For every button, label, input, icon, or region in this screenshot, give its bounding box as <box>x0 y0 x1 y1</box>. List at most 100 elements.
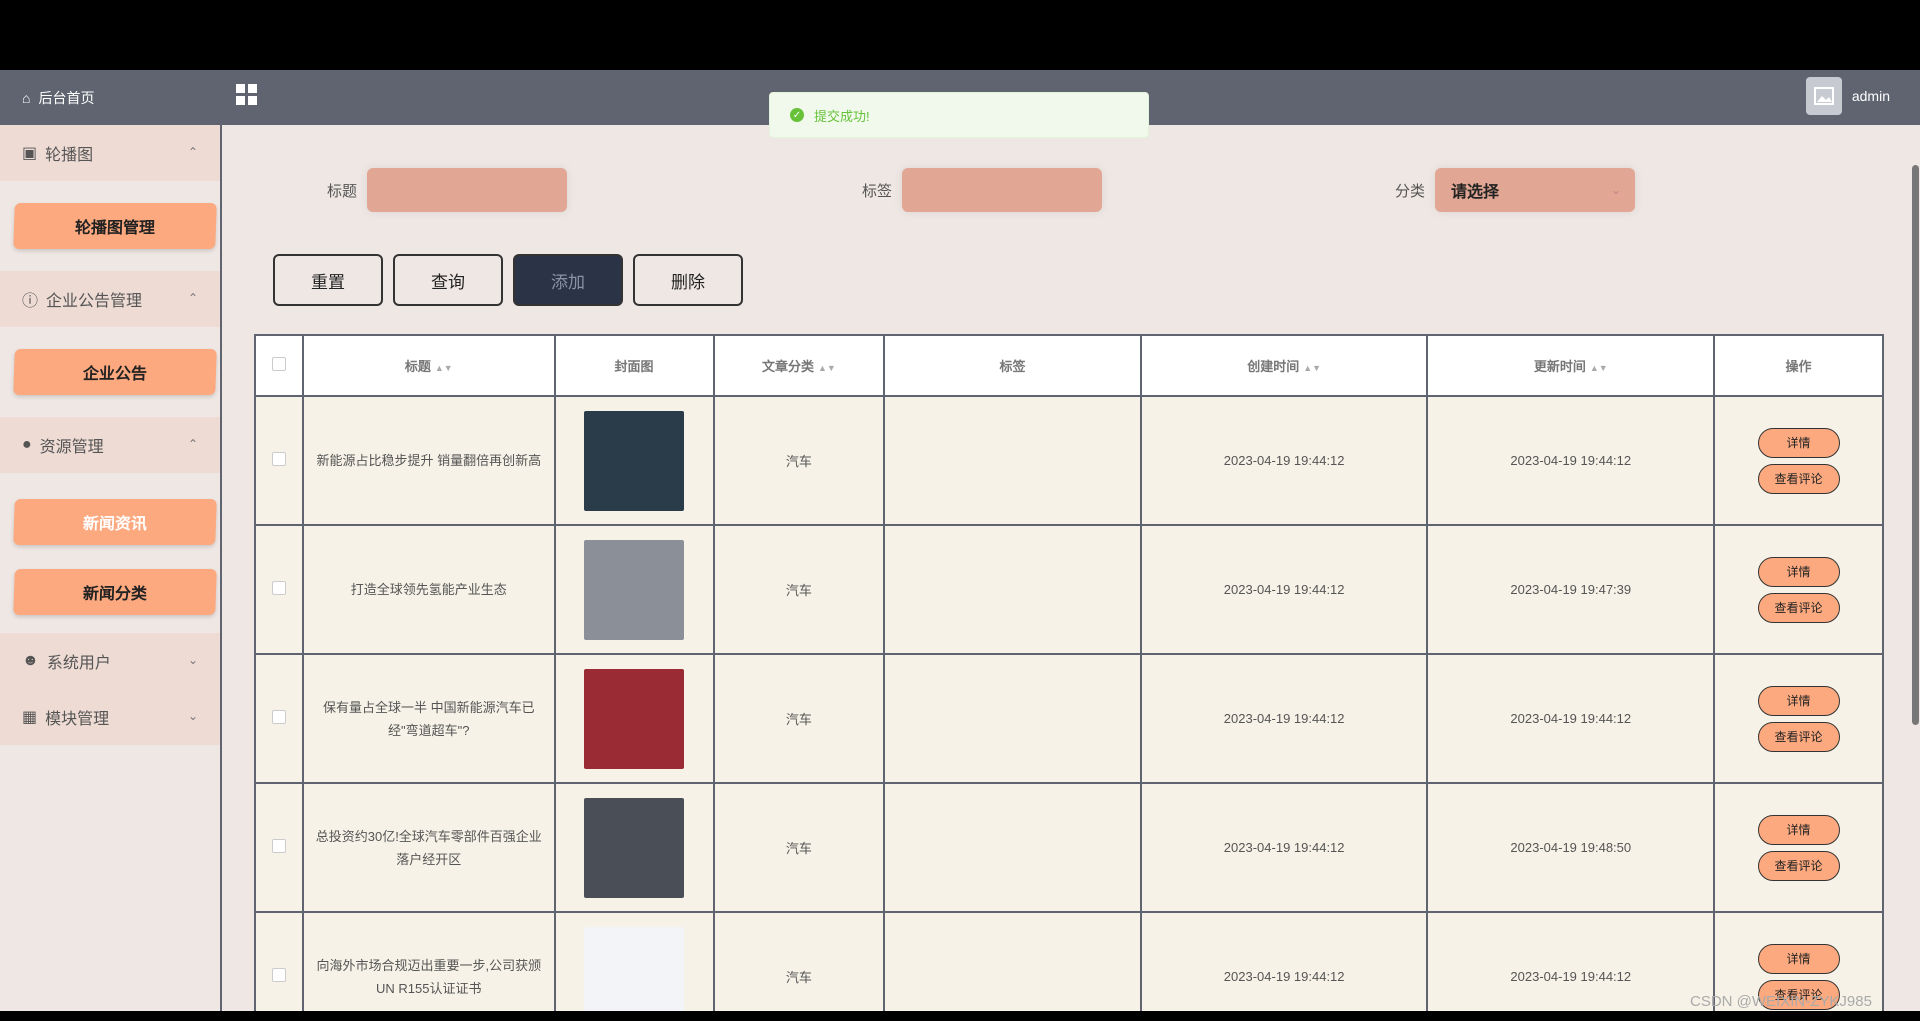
row-actions: 详情 查看评论 <box>1713 653 1884 784</box>
table-row: 新能源占比稳步提升 销量翻倍再创新高 汽车 2023-04-19 19:44:1… <box>254 395 1884 526</box>
home-icon: ⌂ <box>22 89 31 106</box>
sort-icon[interactable]: ▲▼ <box>818 363 836 373</box>
row-actions: 详情 查看评论 <box>1713 524 1884 655</box>
sidebar-group-label: 资源管理 <box>39 439 104 456</box>
username: admin <box>1851 88 1890 104</box>
scrollbar[interactable] <box>1910 125 1920 1011</box>
row-category: 汽车 <box>712 653 886 784</box>
row-checkbox[interactable] <box>271 710 286 724</box>
detail-button[interactable]: 详情 <box>1757 943 1840 974</box>
header-updated[interactable]: 更新时间 ▲▼ <box>1426 334 1716 397</box>
chevron-up-icon: ⌃ <box>187 291 198 305</box>
header-cover: 封面图 <box>553 334 715 397</box>
row-category: 汽车 <box>712 782 886 913</box>
sidebar-group-modules[interactable]: ▦ 模块管理 ⌄ <box>0 689 220 745</box>
view-comments-button[interactable]: 查看评论 <box>1757 721 1840 752</box>
select-all-checkbox[interactable] <box>271 357 286 371</box>
chevron-down-icon: ⌄ <box>187 709 198 723</box>
row-checkbox[interactable] <box>271 452 286 466</box>
sidebar-group-label: 企业公告管理 <box>46 293 143 310</box>
row-tag <box>883 653 1142 784</box>
home-link[interactable]: ⌂ 后台首页 <box>0 70 222 125</box>
sidebar-group-notice[interactable]: ⓘ 企业公告管理 ⌃ <box>0 271 220 327</box>
row-title: 总投资约30亿!全球汽车零部件百强企业落户经开区 <box>301 782 556 913</box>
cover-image[interactable] <box>584 797 685 898</box>
delete-button[interactable]: 删除 <box>633 254 743 306</box>
row-tag <box>883 524 1142 655</box>
table-header-row: 标题 ▲▼ 封面图 文章分类 ▲▼ 标签 创建时间 ▲▼ 更新时间 ▲▼ 操作 <box>254 334 1884 397</box>
detail-button[interactable]: 详情 <box>1757 814 1840 845</box>
tag-input[interactable] <box>902 168 1103 212</box>
detail-button[interactable]: 详情 <box>1757 685 1840 716</box>
sort-icon[interactable]: ▲▼ <box>1303 363 1321 373</box>
sort-icon[interactable]: ▲▼ <box>435 363 453 373</box>
user-icon: ☻ <box>22 652 39 669</box>
row-updated: 2023-04-19 19:48:50 <box>1426 782 1716 913</box>
sort-icon[interactable]: ▲▼ <box>1590 363 1608 373</box>
cover-image[interactable] <box>584 926 685 1011</box>
sidebar-group-label: 模块管理 <box>45 711 110 728</box>
query-button[interactable]: 查询 <box>393 254 503 306</box>
row-cover <box>553 653 715 784</box>
table-row: 向海外市场合规迈出重要一步,公司获颁UN R155认证证书 汽车 2023-04… <box>254 911 1884 1011</box>
row-checkbox[interactable] <box>271 839 286 853</box>
detail-button[interactable]: 详情 <box>1757 427 1840 458</box>
row-tag <box>883 395 1142 526</box>
table-row: 打造全球领先氢能产业生态 汽车 2023-04-19 19:44:12 2023… <box>254 524 1884 655</box>
sidebar-item-banner-manage[interactable]: 轮播图管理 <box>13 203 217 249</box>
sidebar-item-news[interactable]: 新闻资讯 <box>13 499 217 545</box>
header-tag: 标签 <box>883 334 1142 397</box>
row-created: 2023-04-19 19:44:12 <box>1139 524 1429 655</box>
row-category: 汽车 <box>712 395 886 526</box>
view-comments-button[interactable]: 查看评论 <box>1757 463 1840 494</box>
chevron-down-icon: ⌄ <box>187 653 198 667</box>
sidebar-group-banner[interactable]: ▣ 轮播图 ⌃ <box>0 125 220 181</box>
row-title: 打造全球领先氢能产业生态 <box>301 524 556 655</box>
chevron-up-icon: ⌃ <box>187 437 198 451</box>
row-updated: 2023-04-19 19:44:12 <box>1426 653 1716 784</box>
header-category[interactable]: 文章分类 ▲▼ <box>712 334 886 397</box>
sidebar: ▣ 轮播图 ⌃ 轮播图管理 ⓘ 企业公告管理 ⌃ 企业公告 ● 资源管理 ⌃ 新… <box>0 125 222 1011</box>
row-updated: 2023-04-19 19:44:12 <box>1426 911 1716 1011</box>
app-window: ⌂ 后台首页 admin ✓ 提交成功! ▣ 轮播图 ⌃ 轮播图管理 ⓘ 企业公… <box>0 70 1920 1011</box>
row-checkbox[interactable] <box>271 968 286 982</box>
sidebar-item-news-category[interactable]: 新闻分类 <box>13 569 217 615</box>
cover-image[interactable] <box>584 668 685 769</box>
grid-icon: ▦ <box>22 709 38 726</box>
row-created: 2023-04-19 19:44:12 <box>1139 653 1429 784</box>
search-form: 标题 标签 分类 请选择 ⌄ <box>232 168 1908 218</box>
cover-image[interactable] <box>584 410 685 511</box>
sidebar-group-system-users[interactable]: ☻ 系统用户 ⌄ <box>0 633 220 689</box>
scrollbar-thumb[interactable] <box>1912 165 1919 725</box>
row-created: 2023-04-19 19:44:12 <box>1139 782 1429 913</box>
info-icon: ⓘ <box>22 293 39 310</box>
row-category: 汽车 <box>712 911 886 1011</box>
avatar <box>1805 77 1842 115</box>
view-comments-button[interactable]: 查看评论 <box>1757 850 1840 881</box>
row-checkbox[interactable] <box>271 581 286 595</box>
toast-message: 提交成功! <box>814 108 870 124</box>
home-label: 后台首页 <box>38 89 95 106</box>
category-select[interactable]: 请选择 ⌄ <box>1435 168 1636 212</box>
menu-toggle-icon[interactable] <box>236 84 258 106</box>
row-select-cell <box>254 524 304 655</box>
header-created[interactable]: 创建时间 ▲▼ <box>1139 334 1429 397</box>
user-menu[interactable]: admin <box>1805 77 1890 115</box>
tag-label: 标签 <box>862 182 893 200</box>
sidebar-group-label: 系统用户 <box>46 655 111 672</box>
detail-button[interactable]: 详情 <box>1757 556 1840 587</box>
row-select-cell <box>254 782 304 913</box>
sidebar-item-notice[interactable]: 企业公告 <box>13 349 217 395</box>
row-select-cell <box>254 395 304 526</box>
cover-image[interactable] <box>584 539 685 640</box>
main-content: 标题 标签 分类 请选择 ⌄ 重置 查询 添加 删除 标题 ▲▼ 封面图 文章分… <box>232 140 1908 1011</box>
image-placeholder-icon <box>1813 87 1834 105</box>
table-row: 总投资约30亿!全球汽车零部件百强企业落户经开区 汽车 2023-04-19 1… <box>254 782 1884 913</box>
add-button[interactable]: 添加 <box>513 254 623 306</box>
header-title[interactable]: 标题 ▲▼ <box>301 334 556 397</box>
view-comments-button[interactable]: 查看评论 <box>1757 592 1840 623</box>
row-actions: 详情 查看评论 <box>1713 395 1884 526</box>
sidebar-group-resource[interactable]: ● 资源管理 ⌃ <box>0 417 220 473</box>
reset-button[interactable]: 重置 <box>273 254 383 306</box>
title-input[interactable] <box>367 168 568 212</box>
